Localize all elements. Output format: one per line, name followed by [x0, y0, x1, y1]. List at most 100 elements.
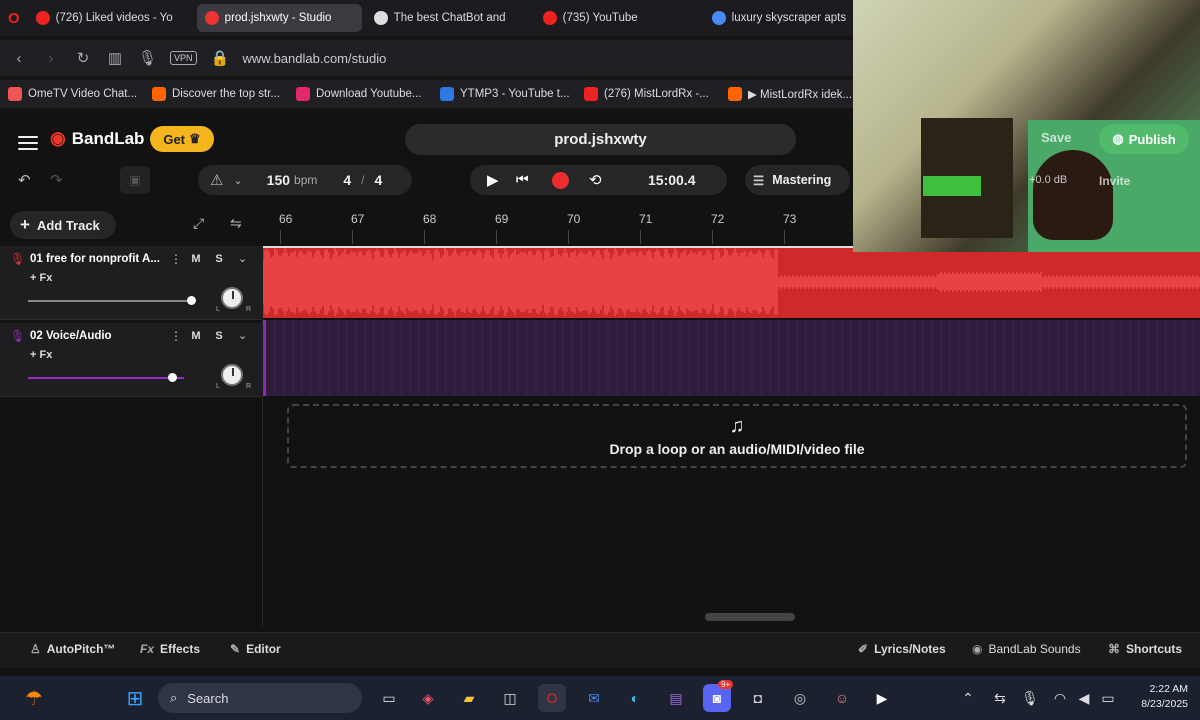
- time-signature-numerator[interactable]: 4: [343, 172, 351, 188]
- more-icon[interactable]: ⋮: [170, 252, 182, 266]
- bookmark-item[interactable]: ▶ MistLordRx idek...: [728, 87, 868, 101]
- automation-icon[interactable]: ⤢: [193, 215, 204, 232]
- view-toggle-icon[interactable]: ▣: [120, 166, 150, 194]
- camera-icon[interactable]: ◘: [744, 684, 772, 712]
- audio-region-track-1[interactable]: [263, 246, 1200, 318]
- start-icon[interactable]: ⊞: [121, 684, 149, 712]
- loop-icon[interactable]: ⟲: [589, 171, 602, 189]
- forward-icon[interactable]: ›: [42, 50, 60, 67]
- mute-button[interactable]: M: [186, 328, 206, 345]
- ruler-bar-label: 66: [279, 212, 293, 226]
- drop-zone[interactable]: ♫ Drop a loop or an audio/MIDI/video fil…: [287, 404, 1187, 468]
- add-track-button[interactable]: + Add Track: [10, 211, 116, 239]
- volume-slider-thumb[interactable]: [167, 373, 177, 382]
- battery-icon[interactable]: ▭: [1098, 684, 1118, 712]
- audio-region-track-2[interactable]: [263, 320, 1200, 396]
- skip-back-icon[interactable]: ⏮: [516, 171, 529, 188]
- ruler-bar-label: 68: [423, 212, 437, 226]
- mastering-button[interactable]: ☰ Mastering: [745, 165, 850, 195]
- browser-tab[interactable]: (735) YouTube: [535, 4, 700, 32]
- chevron-down-icon[interactable]: ⌄: [238, 329, 247, 342]
- command-icon: ⌘: [1108, 642, 1120, 656]
- url-field[interactable]: www.bandlab.com/studio: [243, 51, 387, 66]
- copilot-icon[interactable]: ◈: [414, 684, 442, 712]
- redo-icon[interactable]: ↷: [50, 171, 63, 189]
- chevron-up-icon[interactable]: ⌃: [958, 684, 978, 712]
- metronome-icon[interactable]: ⚠: [210, 171, 223, 189]
- back-icon[interactable]: ‹: [10, 50, 28, 67]
- shortcuts-button[interactable]: ⌘ Shortcuts: [1108, 642, 1182, 656]
- volume-slider[interactable]: [28, 296, 196, 305]
- browser-tab[interactable]: The best ChatBot and: [366, 4, 531, 32]
- track-name[interactable]: 01 free for nonprofit A...: [30, 253, 165, 265]
- get-membership-button[interactable]: Get ♛: [150, 126, 214, 152]
- add-fx-button[interactable]: + Fx: [30, 272, 52, 284]
- taskbar-search[interactable]: ⌕ Search: [158, 683, 362, 713]
- mic-tray-icon[interactable]: 🎙: [1020, 684, 1040, 712]
- project-name-field[interactable]: prod.jshxwty: [405, 124, 796, 155]
- publish-button[interactable]: ◍ Publish: [1099, 124, 1189, 154]
- pan-knob[interactable]: [221, 364, 243, 386]
- volume-slider-thumb[interactable]: [186, 296, 196, 305]
- reload-icon[interactable]: ↻: [74, 49, 92, 67]
- obs-icon[interactable]: ◎: [786, 684, 814, 712]
- opera-icon[interactable]: O: [0, 10, 28, 27]
- browser-tab[interactable]: prod.jshxwty - Studio: [196, 4, 362, 32]
- file-explorer-icon[interactable]: ▰: [455, 684, 483, 712]
- edge-icon[interactable]: ◐: [621, 684, 649, 712]
- bookmark-item[interactable]: YTMP3 - YouTube t...: [440, 87, 580, 101]
- wifi-icon[interactable]: ◠: [1050, 684, 1070, 712]
- weather-icon[interactable]: ☂: [20, 684, 48, 712]
- horizontal-scrollbar[interactable]: [705, 613, 795, 621]
- chevron-down-icon[interactable]: ⌄: [233, 174, 242, 187]
- bookmark-item[interactable]: Download Youtube...: [296, 87, 436, 101]
- bookmark-item[interactable]: OmeTV Video Chat...: [8, 87, 148, 101]
- tempo-value[interactable]: 150: [267, 172, 290, 188]
- chevron-down-icon[interactable]: ⌄: [238, 252, 247, 265]
- vpn-badge[interactable]: VPN: [170, 51, 197, 65]
- solo-button[interactable]: S: [209, 251, 229, 268]
- browser-tab[interactable]: (726) Liked videos - Yo: [28, 4, 193, 32]
- autopitch-button[interactable]: ♙ AutoPitch™: [30, 642, 115, 656]
- volume-slider[interactable]: [28, 373, 184, 382]
- effects-button[interactable]: Fx Effects: [140, 642, 200, 656]
- network-tray-icon[interactable]: ⇆: [990, 684, 1010, 712]
- mute-button[interactable]: M: [186, 251, 206, 268]
- editor-button[interactable]: ✎ Editor: [230, 642, 281, 656]
- clock[interactable]: 2:22 AM 8/23/2025: [1128, 682, 1188, 712]
- track-header[interactable]: 🎙 01 free for nonprofit A... ⋮ M S ⌄ + Fx L R: [0, 246, 263, 320]
- camera-save-button[interactable]: Save: [1041, 130, 1071, 145]
- bandlab-sounds-button[interactable]: ◉ BandLab Sounds: [972, 642, 1081, 656]
- bookmark-item[interactable]: (276) MistLordRx -...: [584, 87, 724, 101]
- menu-icon[interactable]: [18, 132, 38, 154]
- record-icon[interactable]: [552, 172, 569, 189]
- solo-button[interactable]: S: [209, 328, 229, 345]
- outlook-icon[interactable]: ✉: [580, 684, 608, 712]
- lyrics-notes-button[interactable]: ✐ Lyrics/Notes: [858, 642, 946, 656]
- clipchamp-icon[interactable]: ▤: [662, 684, 690, 712]
- add-fx-button[interactable]: + Fx: [30, 349, 52, 361]
- bookmark-favicon-icon: [296, 87, 310, 101]
- browser-tab[interactable]: luxury skyscraper apts: [704, 4, 869, 32]
- opera-taskbar-icon[interactable]: O: [538, 684, 566, 712]
- mic-icon[interactable]: 🎙: [138, 49, 157, 67]
- bookmark-item[interactable]: Discover the top str...: [152, 87, 292, 101]
- undo-icon[interactable]: ↶: [18, 171, 31, 189]
- bandlab-logo[interactable]: ◉ BandLab: [50, 128, 144, 149]
- media-player-icon[interactable]: ▶: [868, 684, 896, 712]
- pan-knob[interactable]: [221, 287, 243, 309]
- time-signature-denominator[interactable]: 4: [375, 172, 383, 188]
- more-icon[interactable]: ⋮: [170, 329, 182, 343]
- task-view-icon[interactable]: ▭: [375, 684, 403, 712]
- track-name[interactable]: 02 Voice/Audio: [30, 330, 165, 342]
- mixer-icon[interactable]: ⇋: [230, 215, 242, 232]
- avatar-app-icon[interactable]: ☺: [828, 684, 856, 712]
- invite-button[interactable]: Invite: [1099, 174, 1130, 188]
- tab-favicon-icon: [35, 11, 50, 25]
- play-icon[interactable]: ▶: [487, 171, 499, 189]
- volume-icon[interactable]: ◀: [1074, 684, 1094, 712]
- ruler-bar-label: 71: [639, 212, 653, 226]
- track-header[interactable]: 🎙 02 Voice/Audio ⋮ M S ⌄ + Fx L R: [0, 323, 263, 397]
- snapshot-icon[interactable]: ▥: [106, 49, 124, 67]
- store-icon[interactable]: ◫: [496, 684, 524, 712]
